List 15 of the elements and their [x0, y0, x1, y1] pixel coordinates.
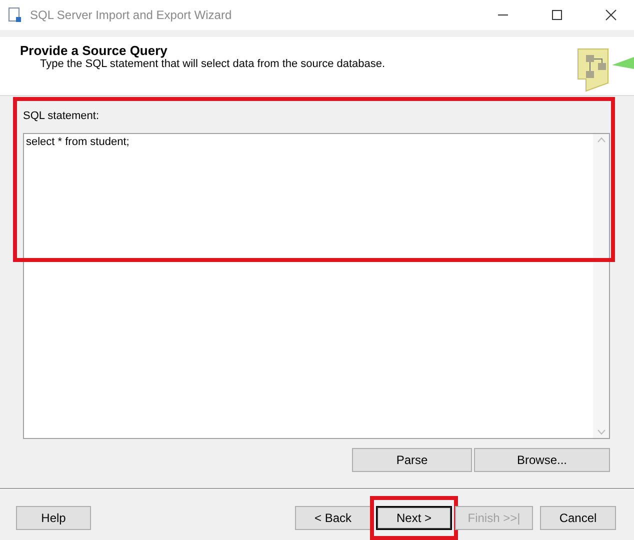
page-subtitle: Type the SQL statement that will select data from the source database.: [39, 58, 386, 70]
scrollbar[interactable]: [593, 134, 609, 438]
wizard-button[interactable]: Cancel: [540, 506, 616, 530]
sql-label: SQL statement:: [23, 110, 100, 122]
wizard-button[interactable]: Help: [16, 506, 91, 530]
wizard-button[interactable]: < Back: [295, 506, 371, 530]
scroll-up-icon[interactable]: [596, 137, 606, 143]
scroll-down-icon[interactable]: [596, 429, 606, 435]
sql-text-area[interactable]: select * from student;: [23, 133, 610, 439]
app-icon: [8, 7, 22, 23]
wizard-button[interactable]: Next >: [376, 506, 452, 530]
window-title: SQL Server Import and Export Wizard: [30, 8, 233, 22]
page-title: Provide a Source Query: [20, 43, 168, 58]
browse-button[interactable]: Browse...: [474, 448, 610, 472]
parse-button[interactable]: Parse: [352, 448, 472, 472]
